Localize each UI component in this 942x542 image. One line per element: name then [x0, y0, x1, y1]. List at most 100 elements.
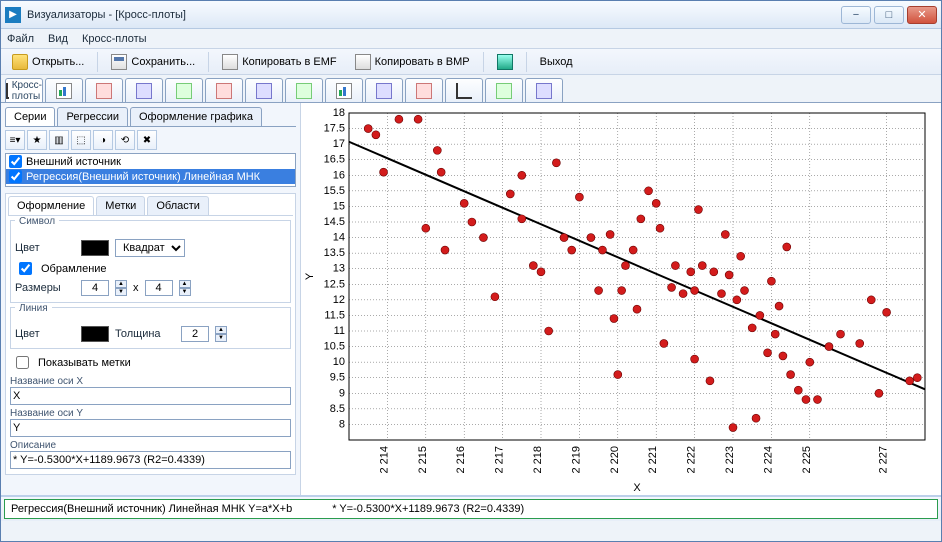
size-h-spinner[interactable]: ▲▼: [179, 280, 191, 296]
copy-emf-button[interactable]: Копировать в EMF: [215, 51, 343, 73]
series-add-button[interactable]: ★: [27, 130, 47, 150]
prop-tab-areas[interactable]: Области: [147, 196, 209, 215]
title-bar: ▶ Визуализаторы - [Кросс-плоты] − □ ✕: [1, 1, 941, 29]
size-w-input[interactable]: [81, 280, 109, 296]
tab-chart-10[interactable]: [365, 78, 403, 102]
tab-chart-13[interactable]: [485, 78, 523, 102]
svg-text:18: 18: [333, 107, 345, 119]
svg-text:2 217: 2 217: [494, 446, 506, 474]
tab-regressions[interactable]: Регрессии: [57, 107, 128, 126]
clipboard-icon: [222, 54, 238, 70]
tab-chart-12[interactable]: [445, 78, 483, 102]
svg-text:12.5: 12.5: [324, 278, 345, 290]
tab-chart-2[interactable]: [45, 78, 83, 102]
svg-text:10: 10: [333, 356, 345, 368]
border-check[interactable]: [19, 262, 32, 275]
svg-text:2 221: 2 221: [647, 446, 659, 474]
show-labels-label: Показывать метки: [38, 357, 131, 369]
line-color-swatch[interactable]: [81, 326, 109, 342]
tab-crossplots[interactable]: Кросс-плоты: [5, 78, 43, 102]
close-button[interactable]: ✕: [907, 6, 937, 24]
menu-file[interactable]: Файл: [7, 33, 34, 45]
svg-text:15: 15: [333, 200, 345, 212]
squares-icon: [536, 83, 552, 99]
description-input[interactable]: [10, 451, 291, 469]
clipboard-icon: [355, 54, 371, 70]
tab-chart-14[interactable]: [525, 78, 563, 102]
axis-y-field: Название оси Y: [10, 408, 291, 437]
open-button[interactable]: Открыть...: [5, 51, 91, 73]
svg-text:X: X: [633, 482, 641, 494]
series-item-regression[interactable]: Регрессия(Внешний источник) Линейная МНК: [6, 169, 295, 184]
series-tool1[interactable]: ▥: [49, 130, 69, 150]
svg-text:11: 11: [334, 325, 345, 337]
series-tool4[interactable]: ⟲: [115, 130, 135, 150]
menu-view[interactable]: Вид: [48, 33, 68, 45]
tab-chart-9[interactable]: [325, 78, 363, 102]
menu-crossplots[interactable]: Кросс-плоты: [82, 33, 147, 45]
copy-bmp-button[interactable]: Копировать в BMP: [348, 51, 477, 73]
line-thickness-input[interactable]: [181, 326, 209, 342]
chart-area[interactable]: 88.599.51010.51111.51212.51313.51414.515…: [301, 103, 941, 495]
series-tool3[interactable]: ◑: [93, 130, 113, 150]
table-icon: [296, 83, 312, 99]
thickness-spinner[interactable]: ▲▼: [215, 326, 227, 342]
series-list-icon[interactable]: ≡▾: [5, 130, 25, 150]
tab-chart-8[interactable]: [285, 78, 323, 102]
prop-tab-design[interactable]: Оформление: [8, 196, 94, 215]
svg-text:2 216: 2 216: [455, 446, 467, 474]
svg-text:10.5: 10.5: [324, 341, 345, 353]
maximize-button[interactable]: □: [874, 6, 904, 24]
series-list[interactable]: Внешний источник Регрессия(Внешний источ…: [5, 153, 296, 187]
minimize-button[interactable]: −: [841, 6, 871, 24]
svg-text:2 222: 2 222: [686, 446, 698, 474]
scatter-chart: 88.599.51010.51111.51212.51313.51414.515…: [301, 103, 937, 495]
series-check-external[interactable]: [9, 155, 22, 168]
series-delete[interactable]: ✖: [137, 130, 157, 150]
dot-icon: [497, 54, 513, 70]
show-labels-check[interactable]: [16, 356, 29, 369]
svg-text:17.5: 17.5: [324, 123, 345, 135]
tab-chart-4[interactable]: [125, 78, 163, 102]
tab-chart-11[interactable]: [405, 78, 443, 102]
status-left: Регрессия(Внешний источник) Линейная МНК…: [11, 503, 292, 515]
app-icon: ▶: [5, 7, 21, 23]
symbol-shape-select[interactable]: Квадрат: [115, 239, 185, 257]
prop-tab-labels[interactable]: Метки: [96, 196, 145, 215]
symbol-color-swatch[interactable]: [81, 240, 109, 256]
svg-text:12: 12: [333, 294, 345, 306]
tab-chart-5[interactable]: [165, 78, 203, 102]
tab-design[interactable]: Оформление графика: [130, 107, 262, 126]
svg-text:2 223: 2 223: [724, 446, 736, 474]
status-bar: Регрессия(Внешний источник) Линейная МНК…: [1, 495, 941, 521]
axis-y-input[interactable]: [10, 419, 291, 437]
tab-chart-7[interactable]: [245, 78, 283, 102]
size-h-input[interactable]: [145, 280, 173, 296]
size-w-spinner[interactable]: ▲▼: [115, 280, 127, 296]
symbol-group: Символ Цвет Квадрат Обрамление Размеры ▲…: [10, 220, 291, 303]
tab-chart-3[interactable]: [85, 78, 123, 102]
exit-marker-button[interactable]: [490, 51, 520, 73]
svg-text:16.5: 16.5: [324, 154, 345, 166]
svg-text:2 225: 2 225: [801, 446, 813, 474]
series-tabs: Серии Регрессии Оформление графика: [5, 107, 296, 127]
svg-text:8.5: 8.5: [330, 403, 345, 415]
series-tool2[interactable]: ⬚: [71, 130, 91, 150]
svg-text:2 227: 2 227: [878, 446, 890, 474]
pie-icon: [216, 83, 232, 99]
line-thickness-label: Толщина: [115, 328, 175, 340]
hist-icon: [416, 83, 432, 99]
line-color-label: Цвет: [15, 328, 75, 340]
svg-text:2 215: 2 215: [417, 446, 429, 474]
save-button[interactable]: Сохранить...: [104, 51, 202, 73]
series-check-regression[interactable]: [9, 170, 22, 183]
size-label: Размеры: [15, 282, 75, 294]
gradient-icon: [256, 83, 272, 99]
series-item-external[interactable]: Внешний источник: [6, 154, 295, 169]
dots-icon: [376, 83, 392, 99]
tab-chart-6[interactable]: [205, 78, 243, 102]
tab-series[interactable]: Серии: [5, 107, 55, 126]
svg-text:13: 13: [333, 263, 345, 275]
axis-x-input[interactable]: [10, 387, 291, 405]
exit-button[interactable]: Выход: [533, 53, 580, 71]
